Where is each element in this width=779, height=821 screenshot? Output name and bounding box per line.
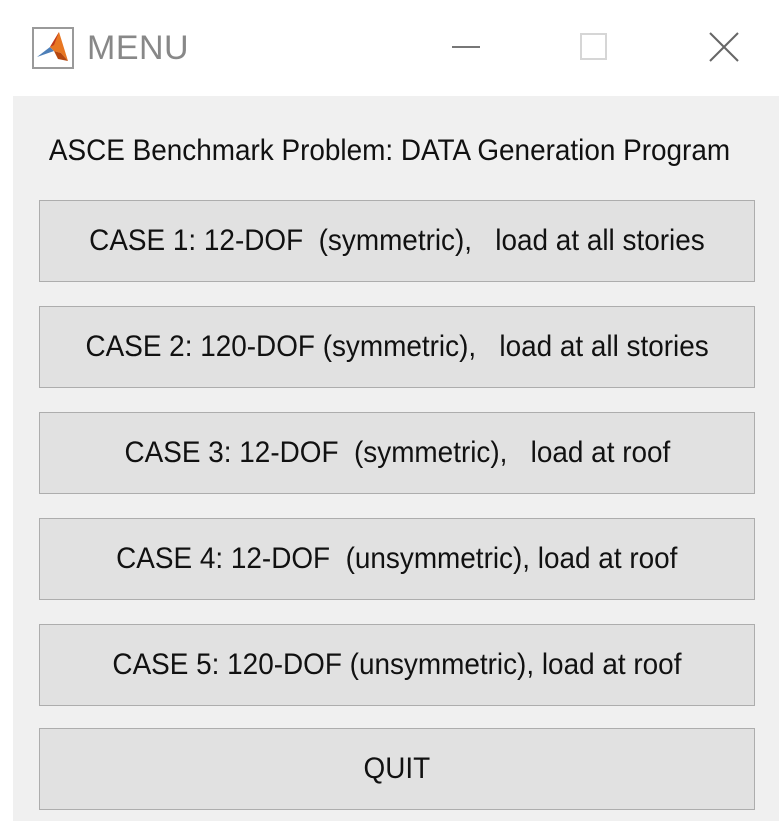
case-5-label: CASE 5: 120-DOF (unsymmetric), load at r… bbox=[112, 648, 682, 681]
close-button[interactable] bbox=[684, 14, 764, 80]
quit-button[interactable]: QUIT bbox=[39, 728, 755, 810]
minimize-icon bbox=[452, 46, 480, 48]
case-5-button[interactable]: CASE 5: 120-DOF (unsymmetric), load at r… bbox=[39, 624, 755, 706]
quit-label: QUIT bbox=[363, 752, 431, 785]
case-2-label: CASE 2: 120-DOF (symmetric), load at all… bbox=[85, 330, 709, 363]
title-bar: MENU bbox=[0, 0, 779, 96]
case-4-label: CASE 4: 12-DOF (unsymmetric), load at ro… bbox=[116, 542, 678, 575]
case-2-button[interactable]: CASE 2: 120-DOF (symmetric), load at all… bbox=[39, 306, 755, 388]
window-title: MENU bbox=[87, 29, 190, 67]
program-heading: ASCE Benchmark Problem: DATA Generation … bbox=[48, 134, 731, 167]
case-4-button[interactable]: CASE 4: 12-DOF (unsymmetric), load at ro… bbox=[39, 518, 755, 600]
matlab-logo-icon[interactable] bbox=[32, 27, 74, 69]
minimize-button[interactable] bbox=[426, 14, 506, 80]
case-1-button[interactable]: CASE 1: 12-DOF (symmetric), load at all … bbox=[39, 200, 755, 282]
case-1-label: CASE 1: 12-DOF (symmetric), load at all … bbox=[89, 224, 705, 257]
close-icon bbox=[709, 32, 739, 62]
maximize-icon bbox=[580, 33, 607, 60]
case-3-label: CASE 3: 12-DOF (symmetric), load at roof bbox=[124, 436, 670, 469]
case-3-button[interactable]: CASE 3: 12-DOF (symmetric), load at roof bbox=[39, 412, 755, 494]
maximize-button[interactable] bbox=[554, 14, 634, 80]
